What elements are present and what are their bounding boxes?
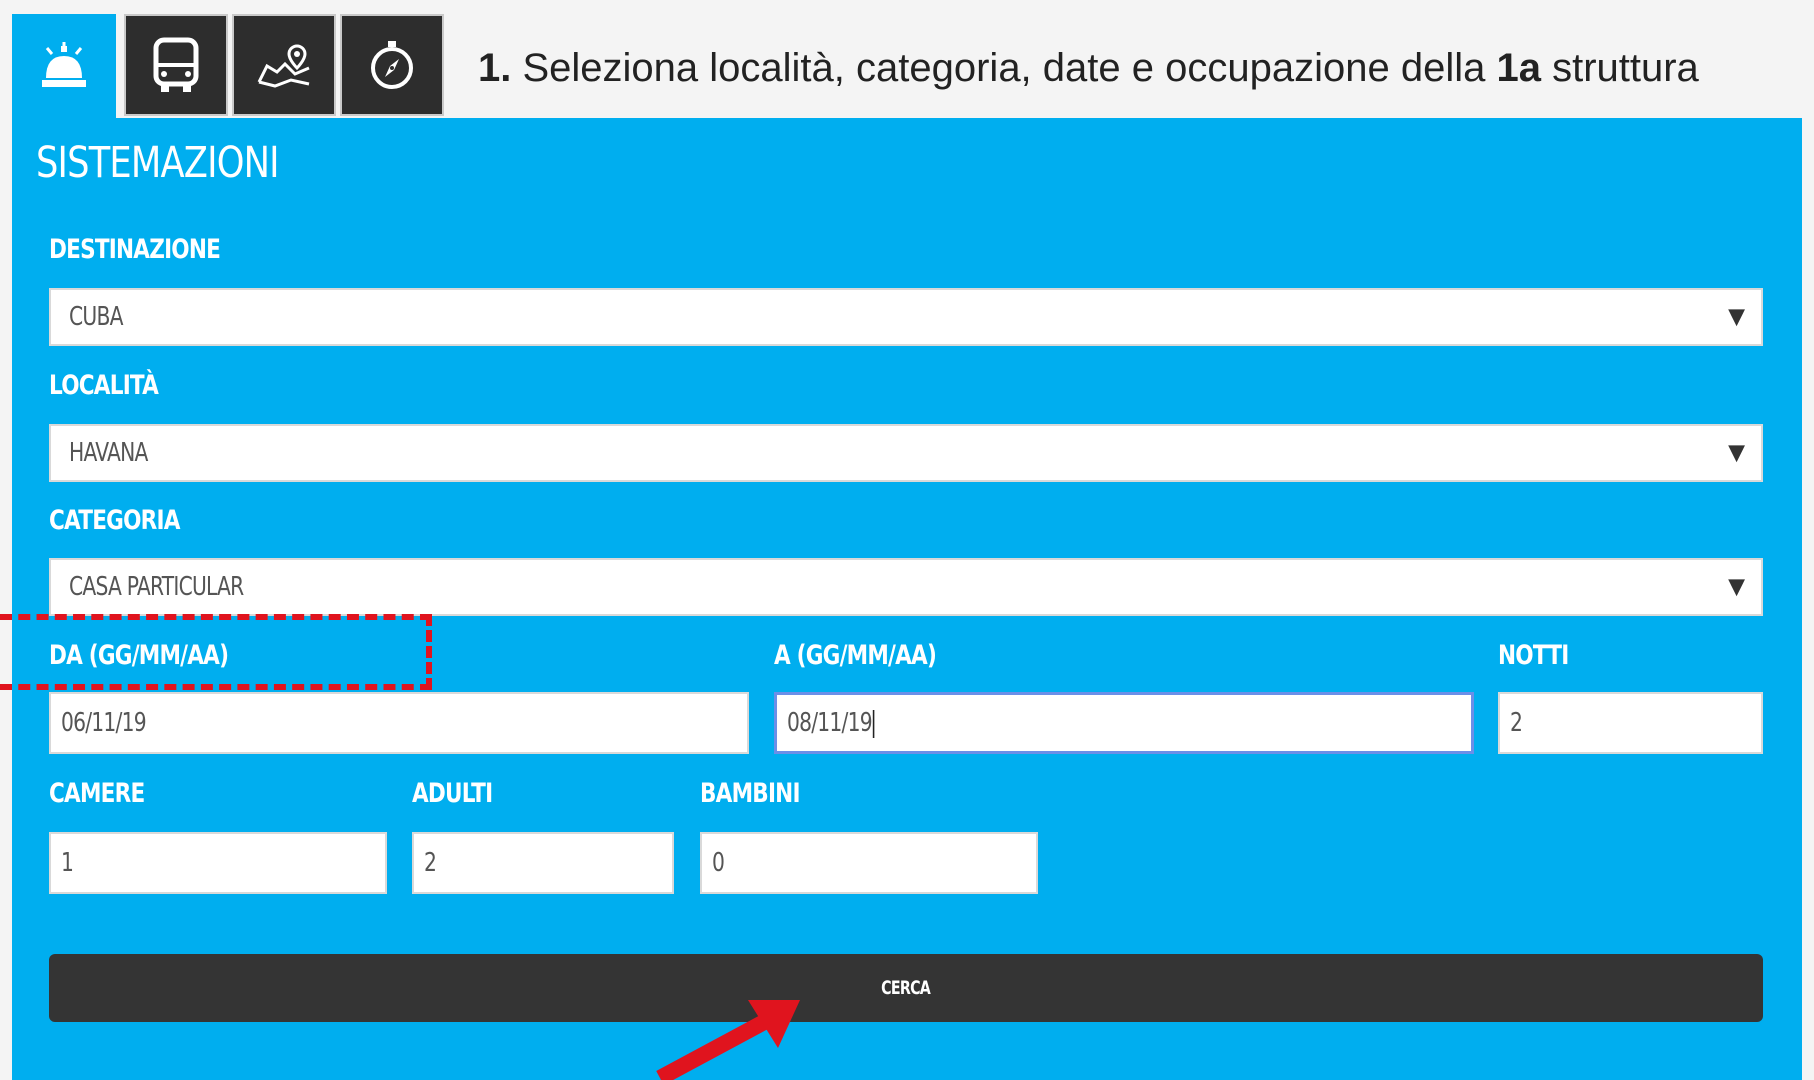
tab-bar	[12, 14, 448, 120]
category-select[interactable]: CASA PARTICULAR ▼	[49, 558, 1763, 616]
tab-accommodation[interactable]	[12, 14, 116, 120]
map-pin-icon	[257, 44, 310, 88]
destination-select[interactable]: CUBA ▼	[49, 288, 1763, 346]
compass-icon	[371, 41, 413, 89]
dropdown-arrow-icon: ▼	[1728, 440, 1745, 466]
location-label: LOCALITÀ	[49, 370, 159, 401]
dropdown-arrow-icon: ▼	[1728, 304, 1745, 330]
nights-label: NOTTI	[1498, 640, 1569, 671]
adults-input[interactable]: 2	[412, 832, 674, 894]
accommodation-search-panel: SISTEMAZIONI DESTINAZIONE CUBA ▼ LOCALIT…	[12, 118, 1802, 1080]
children-label: BAMBINI	[700, 778, 800, 809]
rooms-input[interactable]: 1	[49, 832, 387, 894]
page-title: SISTEMAZIONI	[36, 138, 280, 188]
tab-tours[interactable]	[232, 14, 336, 116]
annotation-highlight-box	[0, 614, 432, 690]
hotel-bell-icon	[42, 42, 86, 87]
location-select[interactable]: HAVANA ▼	[49, 424, 1763, 482]
category-value: CASA PARTICULAR	[69, 572, 244, 602]
instruction-text-after: struttura	[1540, 46, 1699, 90]
rooms-label: CAMERE	[49, 778, 145, 809]
tab-transfer[interactable]	[124, 14, 228, 116]
date-to-value-wrap: 08/11/19	[787, 708, 875, 738]
location-value: HAVANA	[69, 438, 148, 468]
tab-excursions[interactable]	[340, 14, 444, 116]
search-button[interactable]: CERCA	[49, 954, 1763, 1022]
search-button-label: CERCA	[881, 977, 932, 999]
date-from-value: 06/11/19	[61, 708, 147, 738]
annotation-arrow-icon	[656, 1000, 800, 1080]
adults-value: 2	[424, 848, 437, 878]
instruction-step: 1.	[478, 46, 512, 90]
date-from-input[interactable]: 06/11/19	[49, 692, 749, 754]
text-caret	[872, 709, 875, 738]
date-to-value: 08/11/19	[787, 708, 873, 738]
destination-label: DESTINAZIONE	[49, 234, 221, 265]
rooms-value: 1	[61, 848, 74, 878]
instruction-bold: 1a	[1496, 46, 1541, 90]
destination-value: CUBA	[69, 302, 123, 332]
nights-value: 2	[1510, 708, 1523, 738]
adults-label: ADULTI	[412, 778, 493, 809]
date-to-label: A (GG/MM/AA)	[774, 640, 937, 671]
instruction-text: 1. Seleziona località, categoria, date e…	[478, 44, 1699, 92]
dropdown-arrow-icon: ▼	[1728, 574, 1745, 600]
category-label: CATEGORIA	[49, 505, 180, 536]
instruction-text-before: Seleziona località, categoria, date e oc…	[511, 46, 1497, 90]
date-to-input[interactable]: 08/11/19	[774, 692, 1474, 754]
bus-icon	[153, 37, 199, 92]
children-value: 0	[712, 848, 725, 878]
children-input[interactable]: 0	[700, 832, 1038, 894]
nights-input[interactable]: 2	[1498, 692, 1763, 754]
